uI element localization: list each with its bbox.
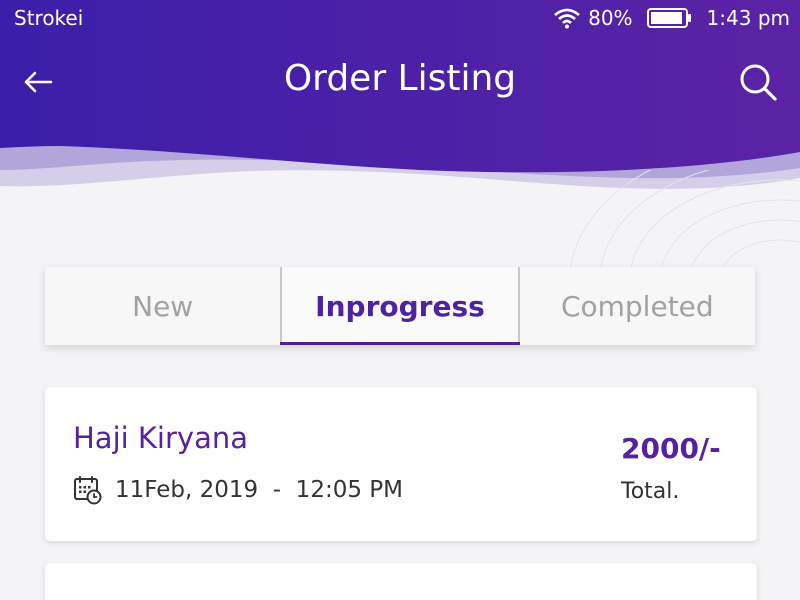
tab-new[interactable]: New [45, 267, 280, 345]
search-button[interactable] [736, 60, 780, 104]
order-amount: 2000/- [621, 432, 721, 465]
order-datetime: 11Feb, 2019 - 12:05 PM [115, 477, 403, 503]
tab-completed-label: Completed [560, 289, 714, 323]
order-card[interactable] [45, 563, 757, 600]
tab-completed[interactable]: Completed [520, 267, 755, 345]
status-right-group: 80% 1:43 pm [554, 6, 790, 30]
tab-inprogress-label: Inprogress [315, 289, 485, 323]
search-icon [740, 64, 777, 101]
shop-name: Haji Kiryana [73, 421, 248, 455]
tab-inprogress[interactable]: Inprogress [280, 267, 520, 345]
page-title: Order Listing [283, 58, 517, 99]
carrier-name: Strokei [14, 6, 84, 30]
order-total-label: Total. [621, 479, 680, 504]
status-bar: Strokei 80% 1:43 pm [0, 0, 800, 36]
wifi-icon [554, 8, 580, 29]
battery-percent: 80% [588, 6, 633, 30]
order-status-tabs: New Inprogress Completed [45, 267, 755, 345]
battery-icon [646, 8, 691, 28]
order-card[interactable]: Haji Kiryana 11Feb, 2019 - 12:05 PM 2000… [45, 387, 757, 541]
tab-new-label: New [132, 289, 194, 323]
status-time: 1:43 pm [706, 6, 790, 30]
order-datetime-row: 11Feb, 2019 - 12:05 PM [73, 475, 403, 505]
calendar-clock-icon [74, 476, 102, 505]
background-decoration [570, 170, 800, 270]
